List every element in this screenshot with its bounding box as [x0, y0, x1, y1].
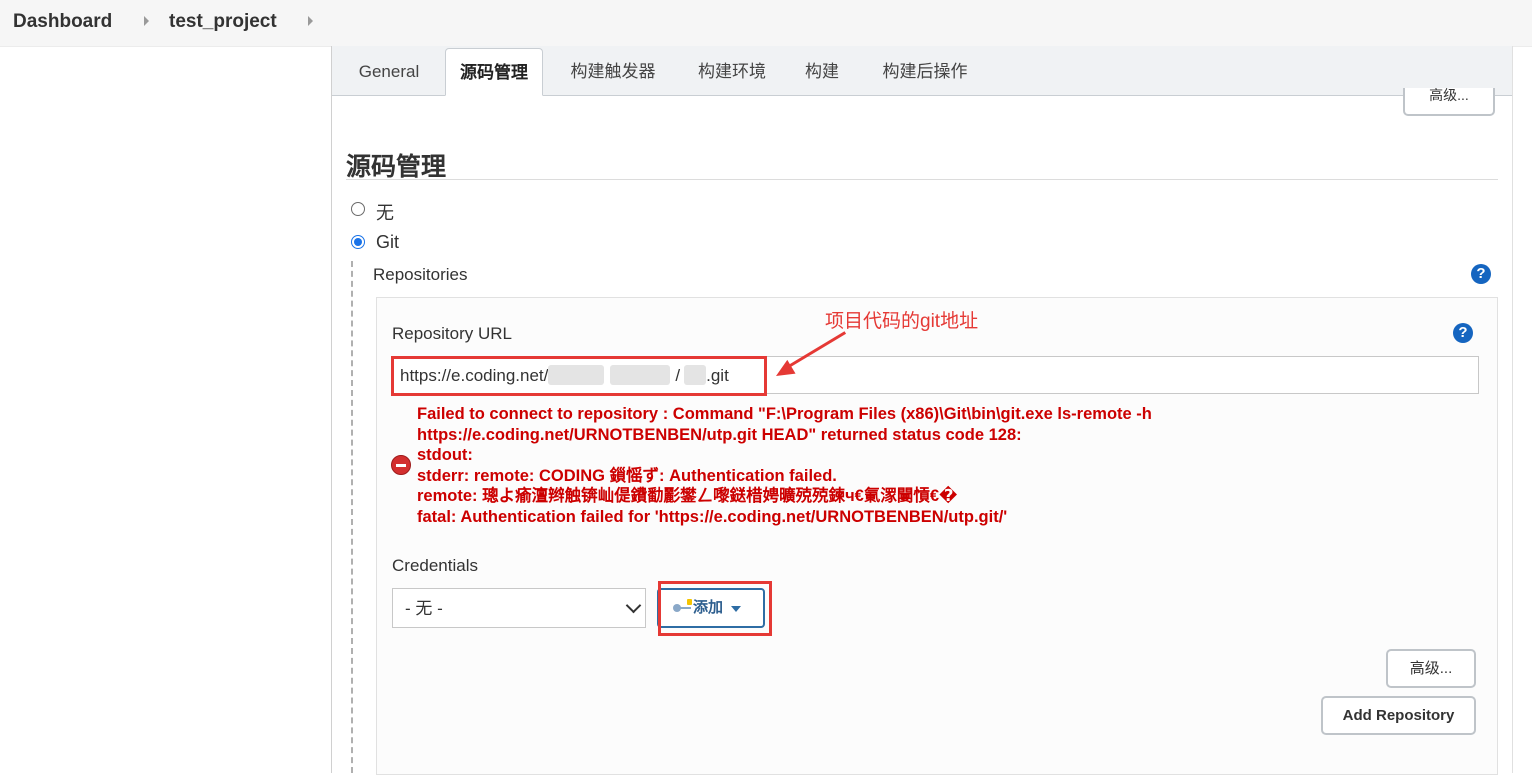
annotation-text: 项目代码的git地址 — [825, 311, 979, 332]
tab-general[interactable]: General — [346, 48, 432, 94]
breadcrumb-project[interactable]: test_project — [169, 11, 277, 33]
config-panel: General 源码管理 构建触发器 构建环境 构建 构建后操作 高级... 源… — [331, 46, 1513, 775]
error-line: stderr: remote: CODING 鎻愮ず: Authenticati… — [417, 466, 837, 485]
breadcrumb-dashboard[interactable]: Dashboard — [13, 11, 112, 33]
tab-build[interactable]: 构建 — [794, 48, 850, 94]
error-message: Failed to connect to repository : Comman… — [417, 404, 1417, 527]
tab-build-triggers[interactable]: 构建触发器 — [554, 48, 672, 94]
url-highlight — [391, 356, 767, 396]
tab-post-build[interactable]: 构建后操作 — [866, 48, 984, 94]
error-line: fatal: Authentication failed for 'https:… — [417, 507, 1008, 526]
advanced-button-top[interactable]: 高级... — [1403, 88, 1495, 116]
config-tabs: General 源码管理 构建触发器 构建环境 构建 构建后操作 — [332, 46, 1512, 96]
tab-build-environment[interactable]: 构建环境 — [684, 48, 780, 94]
section-indent-line — [351, 261, 353, 773]
chevron-down-icon — [625, 597, 642, 614]
error-line: remote: 璁よ瘉澶辫触锛屾偍鐨勫彲鐢ㄥ嚟鎹棤娉曠殑殑鍊ч€氭潈闄愩€� — [417, 487, 958, 505]
advanced-button[interactable]: 高级... — [1386, 649, 1476, 688]
breadcrumb-bar: Dashboard test_project — [0, 0, 1532, 47]
section-title: 源码管理 — [346, 153, 447, 181]
divider — [346, 179, 1498, 180]
credentials-select[interactable]: - 无 - — [392, 588, 646, 628]
help-icon[interactable]: ? — [1453, 323, 1473, 343]
error-icon — [391, 455, 411, 475]
radio-none[interactable] — [351, 202, 365, 216]
chevron-right-icon[interactable] — [308, 16, 313, 26]
repositories-label: Repositories — [373, 265, 468, 284]
radio-none-label: 无 — [376, 203, 394, 223]
chevron-right-icon — [144, 16, 149, 26]
credentials-selected-value: - 无 - — [405, 599, 443, 618]
tab-source-code[interactable]: 源码管理 — [445, 48, 543, 96]
radio-git[interactable] — [351, 235, 365, 249]
add-repository-button[interactable]: Add Repository — [1321, 696, 1476, 735]
help-icon[interactable]: ? — [1471, 264, 1491, 284]
error-line: Failed to connect to repository : Comman… — [417, 405, 1152, 423]
error-line: https://e.coding.net/URNOTBENBEN/utp.git… — [417, 425, 1022, 444]
credentials-label: Credentials — [392, 556, 478, 575]
error-line: stdout: — [417, 446, 473, 464]
radio-git-label: Git — [376, 232, 400, 252]
repository-url-label: Repository URL — [392, 324, 512, 343]
add-button-highlight — [658, 581, 772, 636]
